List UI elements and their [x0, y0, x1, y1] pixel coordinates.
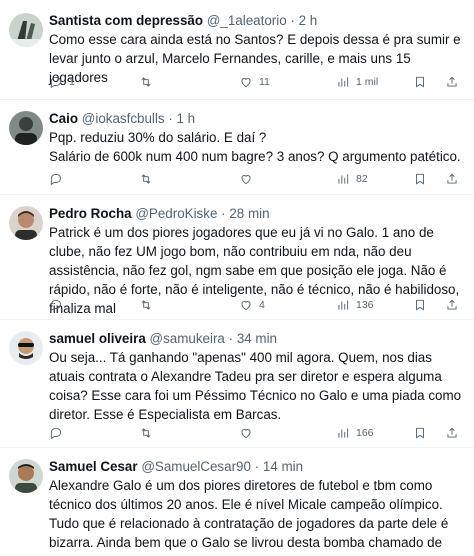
like-button[interactable]: 11 [239, 75, 270, 89]
retweet-button[interactable] [139, 172, 159, 186]
views-icon [338, 174, 349, 184]
like-icon [241, 429, 251, 439]
user-handle[interactable]: @samukeira [150, 331, 225, 346]
like-button[interactable] [239, 172, 259, 186]
like-count: 4 [259, 299, 265, 311]
avatar[interactable] [9, 459, 43, 493]
tweet[interactable]: samuel oliveira @samukeira · 34 min Ou s… [0, 320, 474, 448]
retweet-button[interactable] [139, 298, 159, 312]
bookmark-icon [416, 427, 424, 439]
view-count: 136 [356, 299, 374, 311]
reply-icon [50, 299, 62, 312]
views-button[interactable]: 166 [336, 426, 374, 440]
tweet-header: samuel oliveira @samukeira · 34 min [49, 330, 464, 347]
bookmark-button[interactable] [413, 426, 427, 440]
bookmark-button[interactable] [413, 75, 427, 89]
display-name[interactable]: Samuel Cesar [49, 459, 138, 474]
user-handle[interactable]: @iokasfcbulls [82, 111, 165, 126]
separator: · [221, 206, 226, 221]
views-icon [338, 300, 349, 310]
view-count: 166 [356, 427, 374, 439]
tweet-text: Pqp. reduziu 30% do salário. E daí ? Sal… [49, 130, 461, 164]
bookmark-icon [416, 299, 424, 311]
reply-button[interactable] [49, 298, 69, 312]
reply-button[interactable]: 1 [49, 75, 75, 89]
views-icon [338, 428, 349, 438]
tweet-header: Pedro Rocha @PedroKiske · 28 min [49, 205, 464, 222]
bookmark-icon [416, 76, 424, 88]
share-icon [447, 76, 457, 87]
reply-icon [50, 427, 62, 440]
views-button[interactable]: 1 mil [336, 75, 378, 89]
bookmark-button[interactable] [413, 298, 427, 312]
reply-button[interactable] [49, 172, 69, 186]
tweet-header: Caio @iokasfcbulls · 1 h [49, 110, 464, 127]
tweet[interactable]: Caio @iokasfcbulls · 1 h Pqp. reduziu 30… [0, 100, 474, 195]
user-handle[interactable]: @PedroKiske [135, 206, 217, 221]
retweet-icon [141, 300, 151, 310]
avatar[interactable] [9, 13, 43, 47]
tweet-actions: 4 136 [49, 296, 464, 314]
user-handle[interactable]: @_1aleatorio [207, 13, 287, 28]
reply-icon [50, 173, 62, 186]
bookmark-icon [416, 173, 424, 185]
separator: · [228, 331, 234, 346]
tweet-actions: 1 11 1 mil [49, 73, 464, 91]
timestamp[interactable]: 14 min [263, 459, 303, 474]
tweet-header: Santista com depressão @_1aleatorio · 2 … [49, 12, 464, 29]
like-button[interactable] [239, 426, 259, 440]
like-icon [241, 175, 251, 185]
share-icon [447, 299, 457, 310]
timestamp[interactable]: 1 h [177, 111, 196, 126]
view-count: 1 mil [356, 76, 379, 88]
display-name[interactable]: Santista com depressão [49, 13, 203, 28]
reply-count: 1 [69, 76, 75, 88]
share-icon [447, 173, 457, 184]
views-button[interactable]: 82 [336, 172, 368, 186]
tweet[interactable]: Santista com depressão @_1aleatorio · 2 … [0, 0, 474, 100]
reply-icon [50, 76, 62, 89]
retweet-icon [141, 174, 151, 184]
avatar[interactable] [9, 206, 43, 240]
tweet-actions: 82 [49, 170, 464, 188]
retweet-button[interactable] [139, 426, 159, 440]
view-count: 82 [356, 173, 368, 185]
user-handle[interactable]: @SamuelCesar90 [141, 459, 251, 474]
separator: · [290, 13, 295, 28]
retweet-icon [141, 428, 151, 438]
share-button[interactable] [445, 172, 459, 186]
tweet-actions: 166 [49, 424, 464, 442]
timestamp[interactable]: 28 min [229, 206, 269, 221]
display-name[interactable]: Pedro Rocha [49, 206, 132, 221]
avatar[interactable] [9, 111, 43, 145]
bookmark-button[interactable] [413, 172, 427, 186]
like-icon [241, 301, 251, 311]
display-name[interactable]: Caio [49, 111, 78, 126]
avatar[interactable] [9, 331, 43, 365]
separator: · [254, 459, 260, 474]
separator: · [168, 111, 173, 126]
tweet-text: Ou seja... Tá ganhando "apenas" 400 mil … [49, 350, 462, 422]
like-count: 11 [259, 76, 270, 88]
reply-button[interactable] [49, 426, 69, 440]
display-name[interactable]: samuel oliveira [49, 331, 146, 346]
like-button[interactable]: 4 [239, 298, 265, 312]
views-button[interactable]: 136 [336, 298, 374, 312]
share-button[interactable] [445, 426, 459, 440]
tweet[interactable]: Samuel Cesar @SamuelCesar90 · 14 min Ale… [0, 448, 474, 556]
share-icon [447, 427, 457, 438]
views-icon [338, 77, 349, 87]
share-button[interactable] [445, 75, 459, 89]
tweet-text: Alexandre Galo é um dos piores diretores… [49, 478, 449, 556]
timestamp[interactable]: 2 h [299, 13, 318, 28]
tweet-header: Samuel Cesar @SamuelCesar90 · 14 min [49, 458, 464, 475]
like-icon [241, 78, 251, 88]
retweet-button[interactable] [139, 75, 159, 89]
timestamp[interactable]: 34 min [237, 331, 277, 346]
tweet[interactable]: Pedro Rocha @PedroKiske · 28 min Patrick… [0, 195, 474, 320]
retweet-icon [141, 77, 151, 87]
share-button[interactable] [445, 298, 459, 312]
